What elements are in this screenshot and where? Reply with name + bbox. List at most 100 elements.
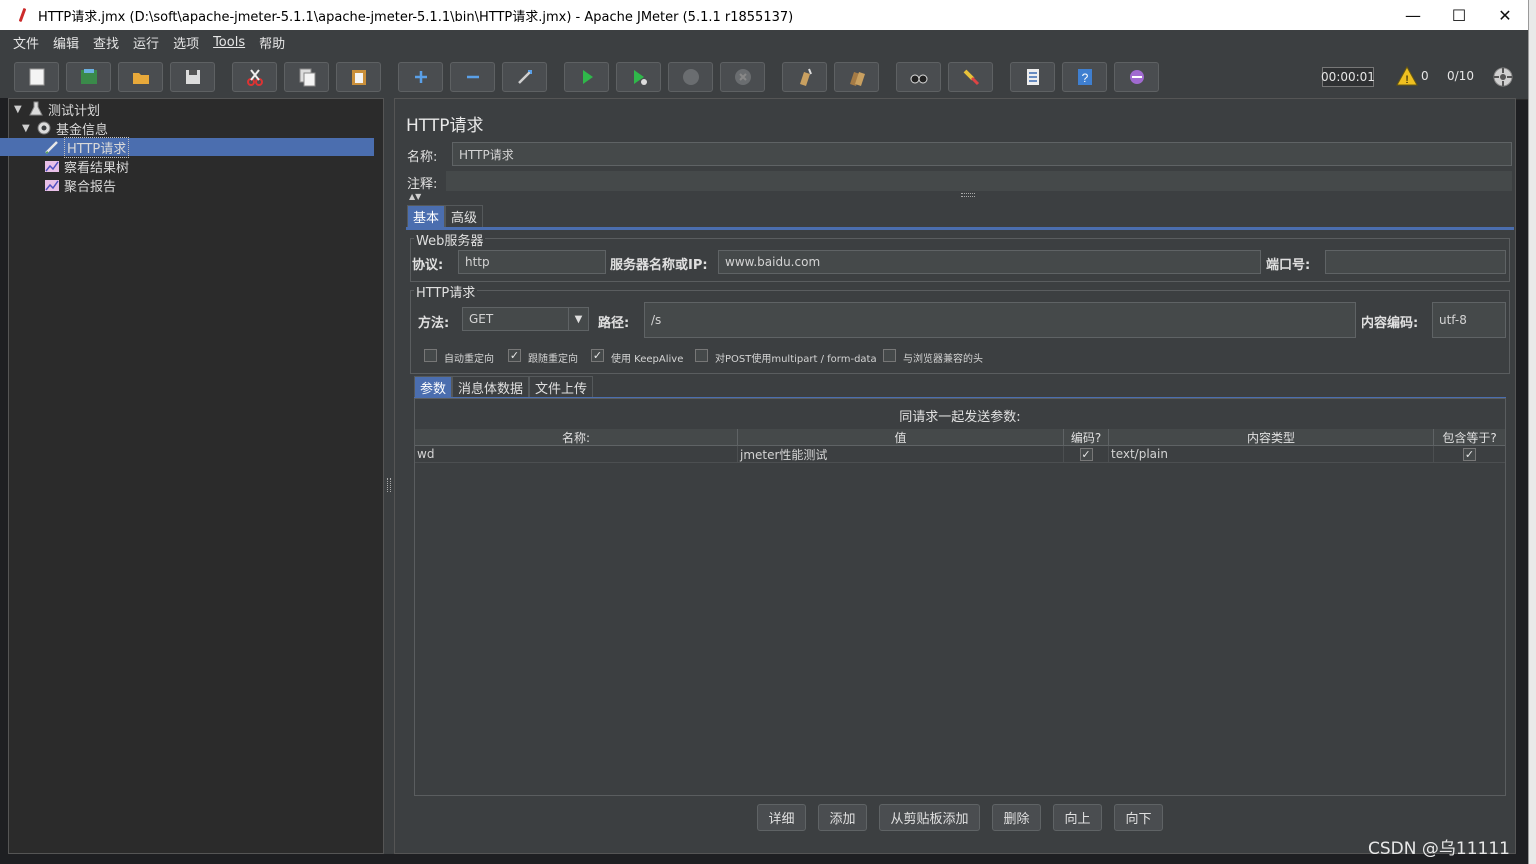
tree-node-aggregate-report[interactable]: 聚合报告	[44, 176, 117, 195]
cut-button[interactable]	[232, 62, 277, 92]
warning-count: 0	[1421, 69, 1429, 83]
listener-chart-icon	[45, 180, 59, 191]
keepalive-label: 使用 KeepAlive	[611, 354, 684, 365]
move-down-button[interactable]: 向下	[1114, 804, 1163, 831]
server-field[interactable]: www.baidu.com	[718, 250, 1261, 274]
menu-search[interactable]: 查找	[86, 33, 126, 52]
search-button[interactable]	[896, 62, 941, 92]
tab-parameters[interactable]: 参数	[414, 376, 453, 398]
tab-basic[interactable]: 基本	[407, 205, 446, 227]
table-row[interactable]: wd jmeter性能测试 ✓ text/plain ✓	[415, 446, 1505, 463]
tab-advanced[interactable]: 高级	[445, 205, 484, 227]
new-button[interactable]	[14, 62, 59, 92]
include-equals-checkbox[interactable]: ✓	[1463, 447, 1476, 461]
add-from-clipboard-button[interactable]: 从剪贴板添加	[879, 804, 980, 831]
templates-button[interactable]	[66, 62, 111, 92]
menu-tools[interactable]: Tools	[206, 35, 252, 50]
stop-octagon-icon	[682, 69, 699, 85]
column-header-encode[interactable]: 编码?	[1064, 429, 1109, 446]
browser-headers-label: 与浏览器兼容的头	[903, 354, 983, 365]
toolbar: ?	[0, 54, 1528, 100]
column-header-value[interactable]: 值	[738, 429, 1064, 446]
menu-run[interactable]: 运行	[126, 33, 166, 52]
comment-label: 注释:	[407, 177, 438, 192]
jmeter-feather-icon	[16, 8, 30, 22]
warning-icon[interactable]: !	[1396, 66, 1418, 86]
maximize-button[interactable]: ☐	[1436, 0, 1482, 30]
menu-bar: 文件 编辑 查找 运行 选项 Tools 帮助	[0, 30, 1528, 54]
table-empty-area[interactable]	[415, 463, 1505, 795]
play-no-timers-icon	[633, 70, 647, 85]
paste-clipboard-icon	[351, 70, 366, 85]
function-helper-button[interactable]	[1010, 62, 1055, 92]
menu-help[interactable]: 帮助	[252, 33, 292, 52]
cell-content-type[interactable]: text/plain	[1109, 446, 1434, 462]
tab-file-upload[interactable]: 文件上传	[529, 376, 594, 398]
reset-search-button[interactable]	[948, 62, 993, 92]
column-header-name[interactable]: 名称:	[415, 429, 738, 446]
method-select[interactable]: GET ▼	[462, 307, 589, 331]
menu-file[interactable]: 文件	[6, 33, 46, 52]
tree-node-view-results-tree[interactable]: 察看结果树	[44, 157, 129, 176]
toggle-button[interactable]	[502, 62, 547, 92]
paste-button[interactable]	[336, 62, 381, 92]
minimize-button[interactable]: —	[1390, 0, 1436, 30]
clear-all-button[interactable]	[834, 62, 879, 92]
save-button[interactable]	[170, 62, 215, 92]
path-field[interactable]: /s	[644, 302, 1356, 338]
follow-redirect-checkbox[interactable]: ✓	[508, 349, 521, 362]
tree-node-test-plan[interactable]: ▼ 测试计划	[14, 100, 100, 119]
method-value: GET	[469, 312, 494, 326]
port-field[interactable]	[1325, 250, 1506, 274]
move-up-button[interactable]: 向上	[1053, 804, 1102, 831]
panel-title: HTTP请求	[406, 116, 484, 136]
collapse-arrows-icon[interactable]: ▲▼	[409, 192, 421, 201]
open-button[interactable]	[118, 62, 163, 92]
clear-button[interactable]	[782, 62, 827, 92]
cell-include-equals[interactable]: ✓	[1434, 446, 1505, 462]
protocol-field[interactable]: http	[458, 250, 606, 274]
add-button[interactable]: 添加	[818, 804, 867, 831]
comment-field[interactable]	[446, 171, 1512, 191]
log-viewer-globe-icon[interactable]	[1492, 66, 1514, 88]
encoding-field[interactable]: utf-8	[1432, 302, 1506, 338]
start-button[interactable]	[564, 62, 609, 92]
collapse-all-button[interactable]	[450, 62, 495, 92]
auto-redirect-checkbox[interactable]	[424, 349, 437, 362]
stop-button[interactable]	[668, 62, 713, 92]
detail-button[interactable]: 详细	[757, 804, 806, 831]
encode-checkbox[interactable]: ✓	[1079, 447, 1093, 461]
expand-arrow-icon[interactable]: ▼	[14, 104, 24, 115]
start-no-pause-button[interactable]	[616, 62, 661, 92]
pane-splitter[interactable]	[384, 98, 394, 854]
expand-arrow-icon[interactable]: ▼	[22, 123, 32, 134]
name-field[interactable]: HTTP请求	[452, 142, 1512, 166]
remote-button[interactable]	[1114, 62, 1159, 92]
cell-value[interactable]: jmeter性能测试	[738, 446, 1064, 462]
splitter-grip[interactable]	[387, 478, 391, 492]
column-header-include-equals[interactable]: 包含等于?	[1434, 429, 1505, 446]
delete-button[interactable]: 删除	[992, 804, 1041, 831]
shutdown-button[interactable]	[720, 62, 765, 92]
tree-label: 聚合报告	[64, 179, 117, 195]
tree-node-thread-group[interactable]: ▼ 基金信息	[22, 119, 108, 138]
protocol-label: 协议:	[412, 258, 444, 273]
column-header-content-type[interactable]: 内容类型	[1109, 429, 1434, 446]
chevron-down-icon[interactable]: ▼	[568, 308, 588, 330]
expand-all-button[interactable]	[398, 62, 443, 92]
cell-encode[interactable]: ✓	[1064, 446, 1109, 462]
test-plan-tree	[8, 98, 384, 854]
tree-node-http-request[interactable]: HTTP请求	[0, 136, 374, 158]
copy-button[interactable]	[284, 62, 329, 92]
list-icon	[1026, 69, 1039, 85]
browser-headers-checkbox[interactable]	[883, 349, 896, 362]
menu-edit[interactable]: 编辑	[46, 33, 86, 52]
help-button[interactable]: ?	[1062, 62, 1107, 92]
tab-body-data[interactable]: 消息体数据	[452, 376, 530, 398]
cell-name[interactable]: wd	[415, 446, 738, 462]
multipart-checkbox[interactable]	[695, 349, 708, 362]
resize-grip[interactable]	[961, 193, 975, 197]
close-button[interactable]: ✕	[1482, 0, 1528, 30]
menu-options[interactable]: 选项	[166, 33, 206, 52]
keepalive-checkbox[interactable]: ✓	[591, 349, 604, 362]
